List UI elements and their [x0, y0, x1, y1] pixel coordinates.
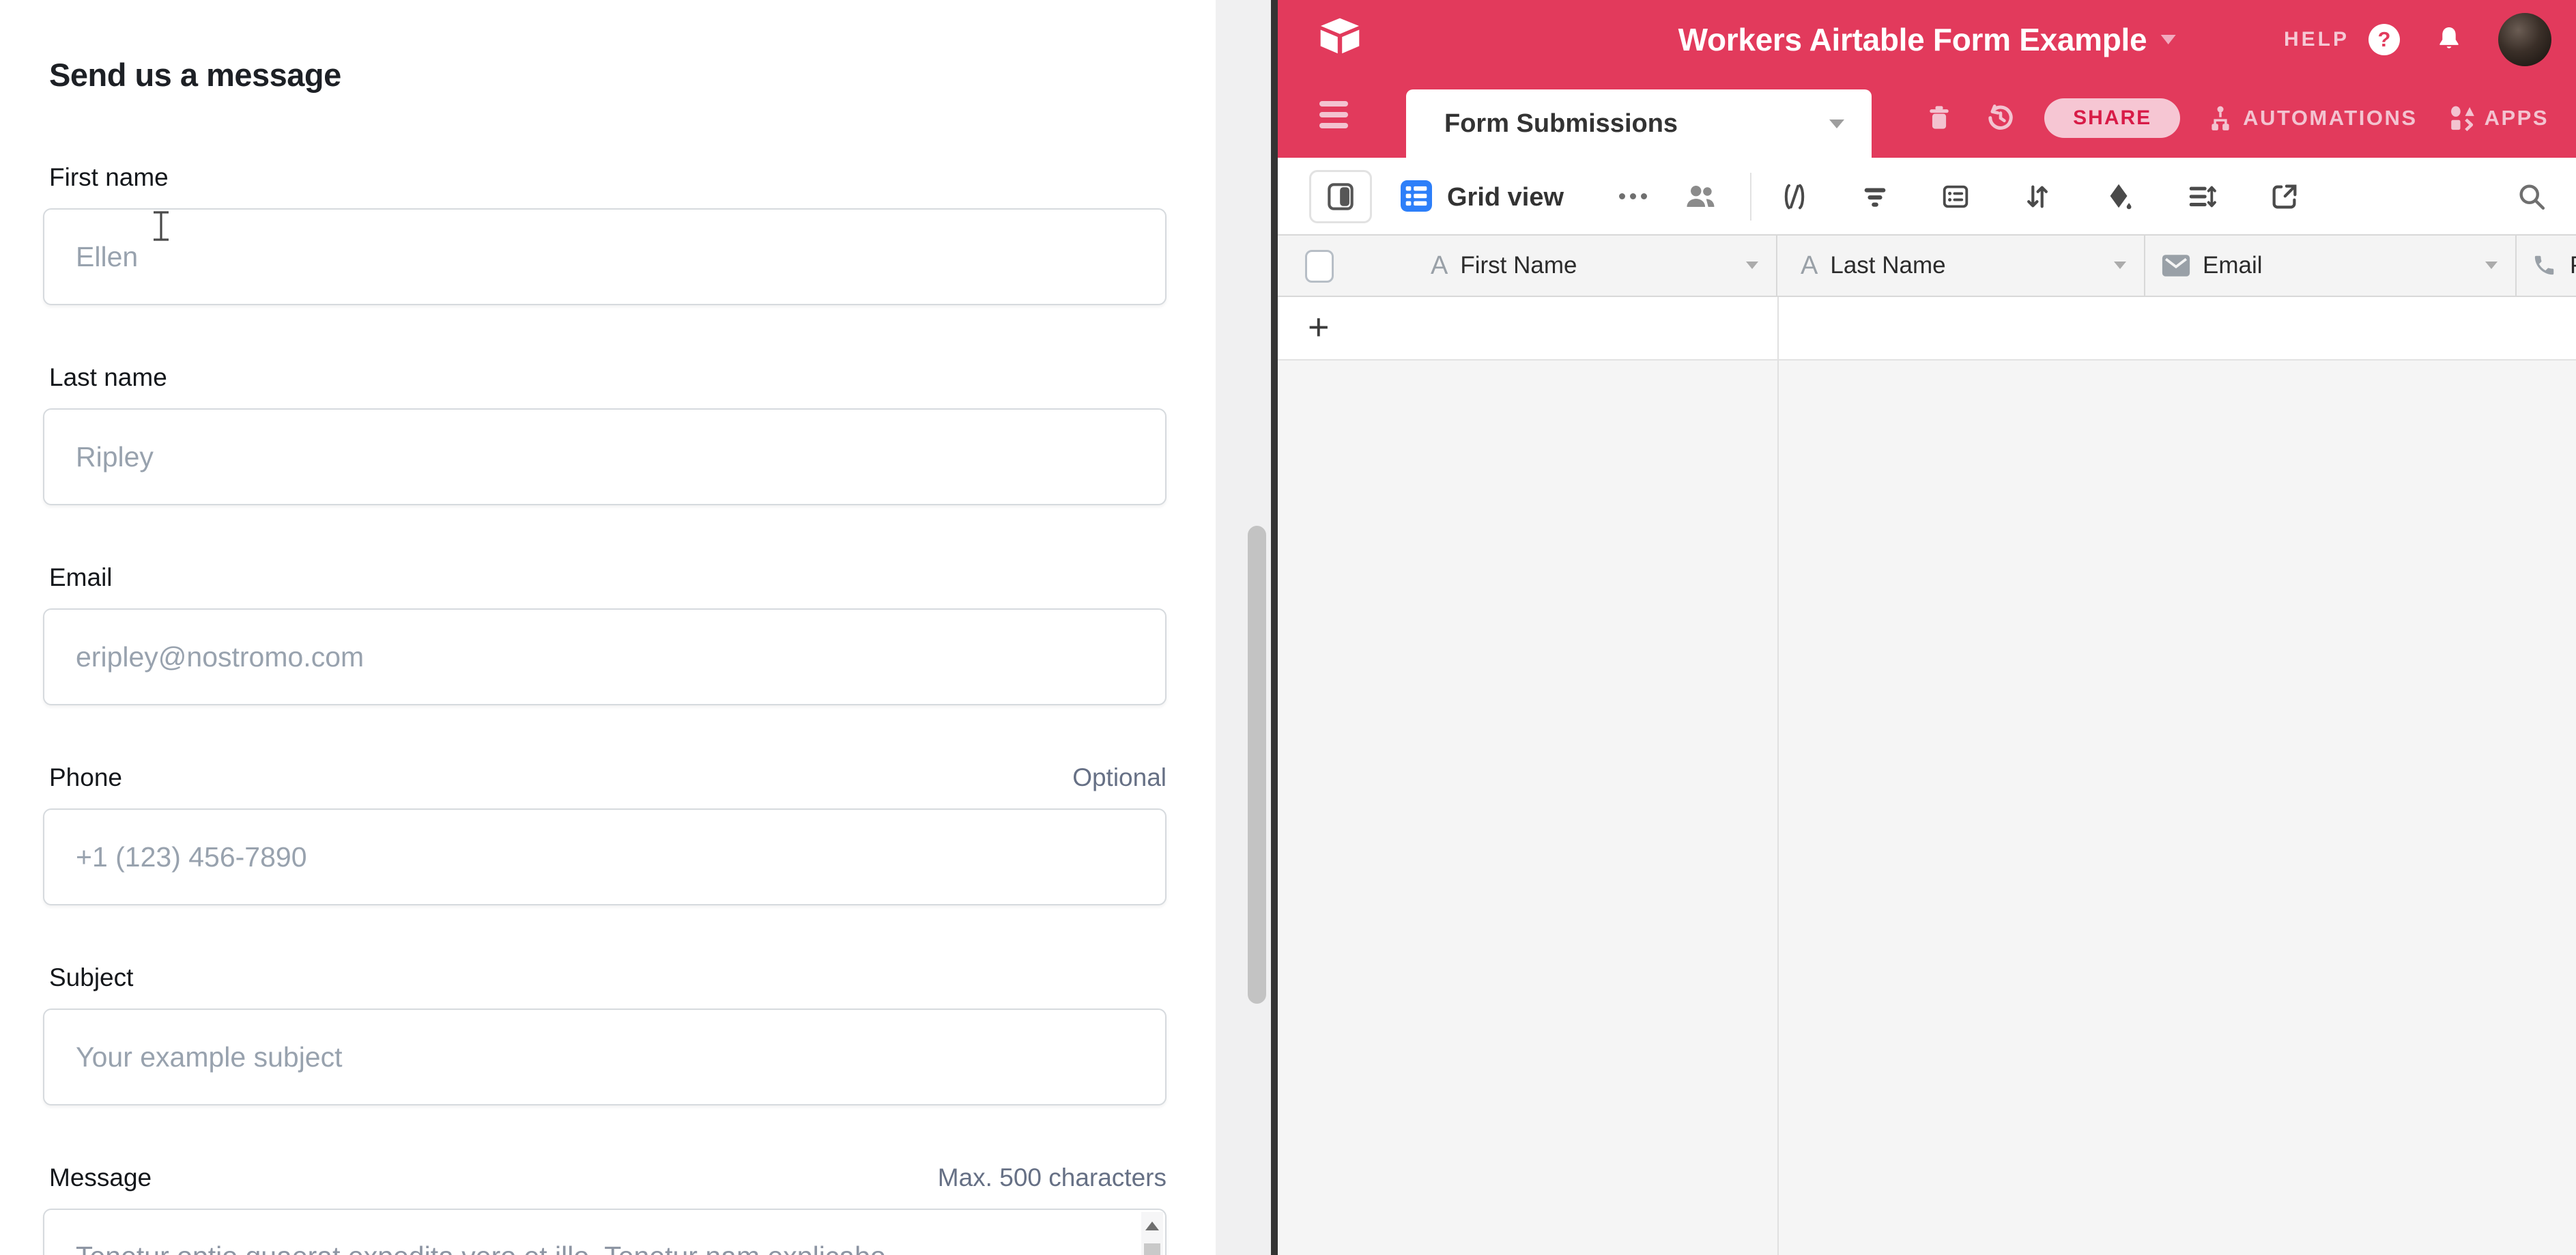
airtable-tablebar: Form Submissions SHARE: [1278, 79, 2576, 158]
phone-field: Phone Optional: [43, 765, 1167, 905]
add-row-plus-icon[interactable]: +: [1308, 307, 1330, 348]
message-maxchars-hint: Max. 500 characters: [938, 1165, 1167, 1190]
email-field-type-icon: [2162, 254, 2190, 277]
tablebar-right-cluster: SHARE AUTOMATIONS: [1924, 79, 2549, 158]
column-menu-caret-icon[interactable]: [1746, 262, 1758, 269]
column-menu-caret-icon[interactable]: [2114, 262, 2126, 269]
table-chevron-down-icon[interactable]: [1829, 119, 1844, 128]
text-field-type-icon: A: [1431, 251, 1448, 281]
airtable-logo-icon[interactable]: [1316, 15, 1364, 63]
contact-form: Send us a message First name Last name E…: [0, 59, 1167, 1255]
history-icon[interactable]: [1984, 102, 2017, 135]
base-title-menu[interactable]: Workers Airtable Form Example: [1678, 0, 2176, 79]
first-name-input[interactable]: [43, 208, 1167, 305]
textarea-scroll-thumb[interactable]: [1144, 1243, 1160, 1255]
phone-field-type-icon: [2530, 252, 2558, 279]
share-view-icon[interactable]: [2269, 181, 2300, 212]
automations-button[interactable]: AUTOMATIONS: [2206, 104, 2417, 132]
last-name-input[interactable]: [43, 408, 1167, 505]
airtable-topbar: Workers Airtable Form Example HELP ?: [1278, 0, 2576, 79]
help-question-icon[interactable]: ?: [2369, 24, 2400, 55]
phone-input[interactable]: [43, 808, 1167, 905]
apps-icon: [2448, 104, 2476, 132]
notifications-bell-icon[interactable]: [2434, 25, 2464, 55]
trash-icon[interactable]: [1924, 103, 1954, 133]
text-field-type-icon: A: [1801, 251, 1818, 281]
grid-view-icon: [1401, 180, 1432, 212]
grid-body-empty: [1278, 361, 2576, 1255]
column-header-first-name[interactable]: A First Name: [1278, 236, 1777, 296]
first-name-label: First name: [49, 165, 169, 190]
email-label: Email: [49, 565, 113, 590]
view-options-ellipsis-icon[interactable]: [1619, 193, 1647, 199]
scroll-up-arrow-icon[interactable]: [1145, 1222, 1159, 1230]
last-name-field: Last name: [43, 365, 1167, 505]
share-button[interactable]: SHARE: [2044, 98, 2180, 138]
message-label: Message: [49, 1165, 152, 1190]
message-field: Message Max. 500 characters: [43, 1165, 1167, 1255]
search-icon[interactable]: [2516, 181, 2547, 212]
chevron-down-icon: [2160, 35, 2175, 44]
group-icon[interactable]: [1940, 181, 1971, 212]
select-all-checkbox[interactable]: [1305, 250, 1334, 283]
base-title: Workers Airtable Form Example: [1678, 21, 2147, 58]
screen: Send us a message First name Last name E…: [0, 0, 2576, 1255]
topbar-right-cluster: HELP ?: [2284, 0, 2551, 79]
message-textarea-wrap: [43, 1209, 1167, 1255]
column-header-phone[interactable]: Phone: [2517, 236, 2576, 296]
view-name[interactable]: Grid view: [1447, 183, 1564, 212]
subject-label: Subject: [49, 965, 133, 990]
textarea-scrollbar[interactable]: [1141, 1212, 1163, 1255]
row-height-icon[interactable]: [2186, 181, 2217, 212]
email-field: Email: [43, 565, 1167, 705]
automations-icon: [2206, 104, 2235, 132]
window-divider: [1271, 0, 1278, 1255]
help-button[interactable]: HELP: [2284, 28, 2349, 51]
column-menu-caret-icon[interactable]: [2485, 262, 2498, 269]
form-title: Send us a message: [49, 59, 1167, 91]
hide-fields-icon[interactable]: [1779, 181, 1810, 212]
message-textarea[interactable]: [44, 1210, 1165, 1255]
sidebar-toggle-icon: [1323, 179, 1358, 214]
first-name-field: First name: [43, 165, 1167, 305]
last-name-label: Last name: [49, 365, 167, 390]
frozen-column-divider: [1777, 297, 1779, 359]
email-input[interactable]: [43, 608, 1167, 705]
subject-input[interactable]: [43, 1009, 1167, 1105]
color-icon[interactable]: [2104, 181, 2135, 212]
phone-optional-hint: Optional: [1072, 765, 1167, 790]
apps-button[interactable]: APPS: [2448, 104, 2549, 132]
view-toolbar: Grid view: [1278, 158, 2576, 236]
column-header-last-name[interactable]: A Last Name: [1777, 236, 2145, 296]
grid-header-row: A First Name A Last Name Email: [1278, 236, 2576, 297]
subject-field: Subject: [43, 965, 1167, 1105]
ibeam-cursor-icon: [149, 210, 173, 242]
toolbar-divider: [1750, 173, 1751, 221]
phone-label: Phone: [49, 765, 122, 790]
collaborators-icon[interactable]: [1683, 180, 1717, 214]
contact-form-pane: Send us a message First name Last name E…: [0, 0, 1216, 1255]
add-row[interactable]: +: [1278, 297, 2576, 361]
tab-form-submissions[interactable]: Form Submissions: [1406, 89, 1872, 158]
page-scroll-thumb[interactable]: [1248, 526, 1266, 1004]
frozen-column-divider: [1777, 361, 1779, 1255]
table-tab-label: Form Submissions: [1444, 109, 1678, 139]
sort-icon[interactable]: [2022, 181, 2053, 212]
column-header-email[interactable]: Email: [2145, 236, 2517, 296]
tables-menu-icon[interactable]: [1319, 101, 1348, 128]
user-avatar[interactable]: [2498, 13, 2551, 66]
airtable-pane: Workers Airtable Form Example HELP ?: [1278, 0, 2576, 1255]
view-sidebar-toggle-button[interactable]: [1309, 170, 1372, 223]
filter-icon[interactable]: [1859, 181, 1891, 212]
page-scrollbar[interactable]: [1216, 0, 1271, 1255]
